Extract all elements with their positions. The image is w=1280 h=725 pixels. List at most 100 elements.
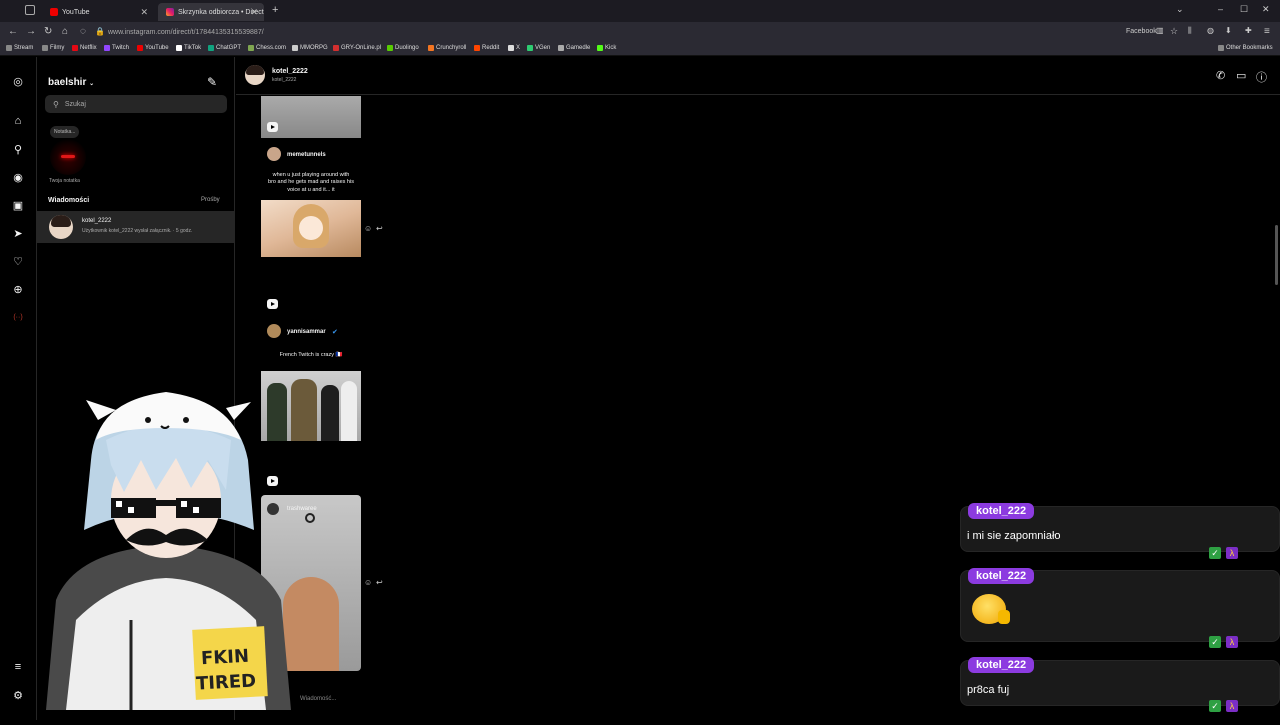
bookmark-kick[interactable]: Kick: [597, 45, 616, 51]
bookmark-crunchyroll[interactable]: Crunchyroll: [428, 45, 466, 51]
bookmark-twitch[interactable]: Twitch: [104, 45, 129, 51]
more-menu-icon[interactable]: ≡: [11, 660, 25, 674]
reels-icon[interactable]: ▣: [11, 198, 25, 212]
shared-post-thumbnail[interactable]: [261, 200, 361, 257]
instagram-favicon-icon: [166, 8, 174, 16]
scrollbar[interactable]: [1275, 225, 1278, 285]
bookmark-x[interactable]: X: [508, 45, 520, 51]
avatar[interactable]: [245, 65, 265, 85]
vtuber-avatar-drawing: [46, 392, 291, 710]
check-badge-icon: ✓: [1209, 700, 1221, 712]
back-arrow-icon[interactable]: ←: [8, 26, 18, 37]
video-call-icon[interactable]: ▭: [1236, 69, 1246, 82]
bookmark-vgen[interactable]: VGen: [527, 45, 550, 51]
close-tab-icon[interactable]: ✕: [250, 7, 258, 18]
library-icon[interactable]: ⫼: [1188, 26, 1192, 36]
instagram-logo-icon[interactable]: ◎: [11, 74, 25, 88]
profile-icon[interactable]: (··): [11, 310, 25, 324]
account-switcher[interactable]: baelshir ⌄: [48, 77, 94, 88]
facebook-container-label[interactable]: Facebook: [1126, 28, 1157, 35]
username-label: baelshir: [48, 77, 87, 88]
explore-icon[interactable]: ◉: [11, 170, 25, 184]
note-avatar[interactable]: [50, 139, 86, 175]
tab-overview-icon[interactable]: [25, 5, 35, 15]
bookmark-youtube[interactable]: YouTube: [137, 45, 169, 51]
bookmark-netflix[interactable]: Netflix: [72, 45, 97, 51]
tab-list-chevron-icon[interactable]: ⌄: [1176, 4, 1184, 15]
bookmark-mmorpg[interactable]: MMORPG: [292, 45, 328, 51]
youtube-favicon-icon: [50, 8, 58, 16]
search-icon: ⚲: [53, 99, 59, 109]
bookmark-stream[interactable]: Stream: [6, 45, 33, 51]
avatar[interactable]: [267, 147, 281, 161]
new-message-icon[interactable]: ✎: [207, 75, 217, 89]
shield-icon[interactable]: ◌: [80, 26, 86, 37]
other-bookmarks[interactable]: Other Bookmarks: [1218, 45, 1273, 51]
messages-heading: Wiadomości: [48, 197, 90, 204]
extensions-icon[interactable]: ✚: [1245, 26, 1252, 35]
profile-icon[interactable]: ◍: [1207, 26, 1214, 35]
container-bars-icon: ▥: [1156, 26, 1164, 35]
new-tab-button[interactable]: +: [272, 4, 278, 16]
chat-subtitle: kotel_2222: [272, 77, 297, 83]
instagram-nav-rail: ◎ ⌂ ⚲ ◉ ▣ ➤ ♡ ⊕ (··) ≡ ⚙: [0, 57, 37, 720]
poster-name[interactable]: yannisammar: [287, 329, 326, 335]
downloads-icon[interactable]: ⬇: [1225, 26, 1232, 35]
close-window-button[interactable]: ✕: [1262, 4, 1270, 15]
thread-name: kotel_2222: [82, 218, 112, 224]
requests-link[interactable]: Prośby: [201, 197, 220, 203]
home-icon[interactable]: ⌂: [11, 114, 25, 128]
info-icon[interactable]: ⓘ: [1256, 69, 1267, 85]
threads-icon[interactable]: ⚙: [11, 688, 25, 702]
bookmark-duolingo[interactable]: Duolingo: [387, 45, 419, 51]
bookmark-star-icon[interactable]: ☆: [1170, 26, 1178, 37]
bookmark-gamedle[interactable]: Gamedle: [558, 45, 590, 51]
react-emoji-icon[interactable]: ☺: [364, 578, 372, 587]
chat-message-text: i mi sie zapomniało: [967, 530, 1061, 542]
search-placeholder: Szukaj: [64, 100, 86, 108]
reply-icon[interactable]: ↩: [376, 578, 383, 587]
forward-arrow-icon[interactable]: →: [26, 26, 36, 37]
avatar: [49, 215, 73, 239]
bookmark-reddit[interactable]: Reddit: [474, 45, 499, 51]
react-emoji-icon[interactable]: ☺: [364, 224, 372, 233]
browser-nav-bar: ← → ↻ ⌂ ◌ 🔒 www.instagram.com/direct/t/1…: [0, 22, 1280, 42]
thread-preview: Użytkownik kotel_2222 wysłał załącznik. …: [82, 228, 193, 234]
reply-icon[interactable]: ↩: [376, 224, 383, 233]
notifications-heart-icon[interactable]: ♡: [11, 254, 25, 268]
chat-username-badge: kotel_222: [968, 503, 1035, 519]
bookmark-chess[interactable]: Chess.com: [248, 45, 286, 51]
check-badge-icon: ✓: [1209, 547, 1221, 559]
avatar[interactable]: [267, 324, 281, 338]
bookmark-gry-online[interactable]: GRY-OnLine.pl: [333, 45, 381, 51]
search-input[interactable]: ⚲ Szukaj: [45, 95, 227, 113]
browser-tab-bar: YouTube ✕ Skrzynka odbiorcza • Direct ✕ …: [0, 0, 1280, 22]
thread-list-item[interactable]: kotel_2222 Użytkownik kotel_2222 wysłał …: [37, 211, 235, 243]
bookmark-tiktok[interactable]: TikTok: [176, 45, 201, 51]
messages-icon[interactable]: ➤: [11, 226, 25, 240]
note-bubble[interactable]: Notatka...: [50, 126, 80, 138]
tab-youtube[interactable]: YouTube ✕: [42, 3, 154, 21]
home-icon[interactable]: ⌂: [62, 26, 68, 37]
reel-icon: [267, 299, 278, 309]
tab-instagram-direct[interactable]: Skrzynka odbiorcza • Direct ✕: [158, 3, 264, 21]
bookmark-filmy[interactable]: Filmy: [42, 45, 64, 51]
chat-title[interactable]: kotel_2222: [272, 68, 308, 75]
check-badge-icon: ✓: [1209, 636, 1221, 648]
close-tab-icon[interactable]: ✕: [140, 7, 148, 18]
message-input[interactable]: Wiadomość...: [300, 696, 336, 702]
verified-badge-icon: ✔: [332, 329, 338, 336]
maximize-button[interactable]: ☐: [1240, 4, 1248, 15]
chat-username-badge: kotel_222: [968, 657, 1035, 673]
vtuber-avatar-overlay: FKIN TIRED: [36, 380, 296, 720]
reload-icon[interactable]: ↻: [44, 26, 52, 37]
minimize-button[interactable]: –: [1218, 4, 1223, 14]
poster-name[interactable]: memetunnels: [287, 152, 326, 158]
create-icon[interactable]: ⊕: [11, 282, 25, 296]
menu-icon[interactable]: ≡: [1264, 26, 1270, 37]
phone-call-icon[interactable]: ✆: [1216, 69, 1225, 82]
lambda-badge-icon: λ: [1226, 547, 1238, 559]
search-icon[interactable]: ⚲: [11, 142, 25, 156]
bookmark-chatgpt[interactable]: ChatGPT: [208, 45, 241, 51]
address-bar[interactable]: www.instagram.com/direct/t/1784413531553…: [104, 25, 1144, 39]
